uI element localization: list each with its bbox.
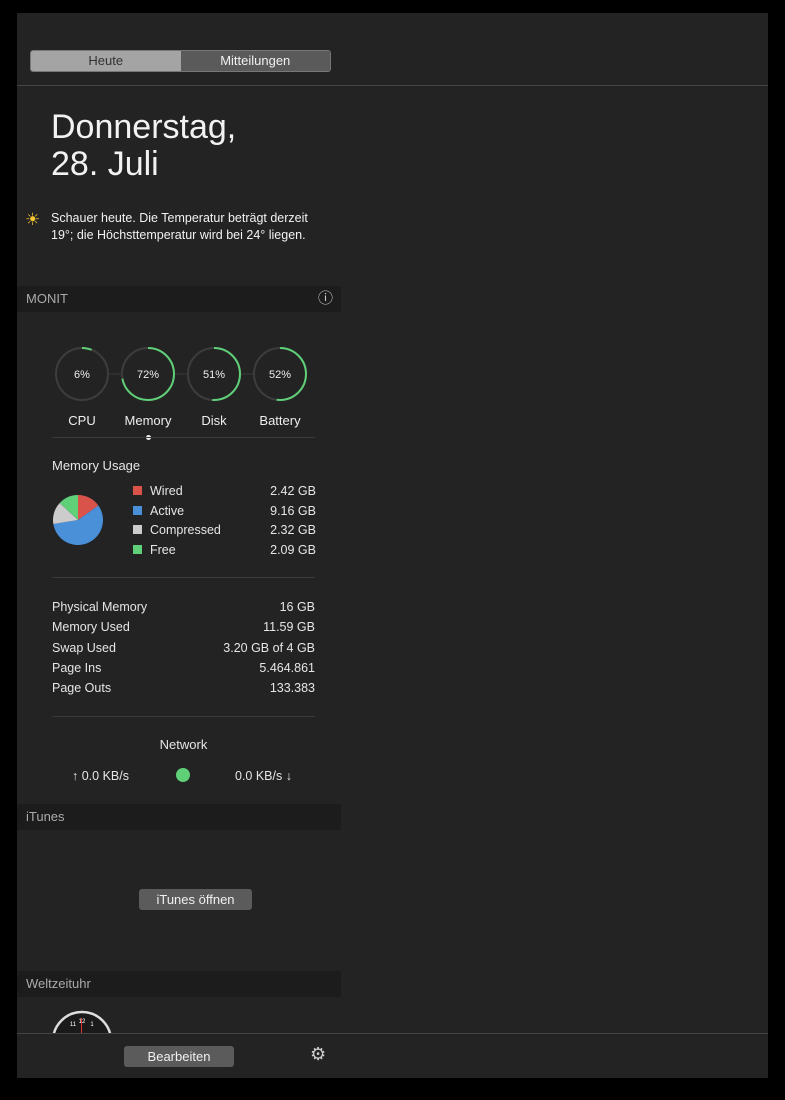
clock-icon: 12 11 1	[52, 1010, 112, 1033]
divider	[17, 85, 768, 86]
network-status-dot	[176, 768, 190, 782]
legend-item: Wired 2.42 GB	[133, 484, 316, 498]
gauge-label: CPU	[68, 413, 95, 428]
gear-icon[interactable]: ⚙	[310, 1044, 326, 1065]
weather-summary: Schauer heute. Die Temperatur beträgt de…	[51, 211, 308, 242]
stat-label: Swap Used	[52, 640, 116, 655]
stat-value: 133.383	[269, 681, 315, 696]
legend-item: Compressed 2.32 GB	[133, 523, 316, 537]
gauges: 6% CPU 72% Memory 51% Disk 52% Battery	[55, 347, 307, 428]
stat-row: Physical Memory 16 GB	[52, 600, 315, 614]
stat-row: Memory Used 11.59 GB	[52, 620, 315, 634]
monit-header: MONIT ⓘ	[17, 286, 341, 312]
legend-item: Free 2.09 GB	[133, 543, 316, 557]
divider	[52, 716, 315, 717]
svg-text:12: 12	[79, 1019, 86, 1025]
tab-heute[interactable]: Heute	[31, 51, 181, 71]
legend-label: Active	[150, 503, 185, 518]
stat-row: Swap Used 3.20 GB of 4 GB	[52, 641, 315, 655]
legend-label: Wired	[150, 484, 183, 498]
legend-value: 9.16 GB	[270, 503, 316, 518]
weekday: Donnerstag,	[51, 108, 237, 146]
stat-row: Page Ins 5.464.861	[52, 661, 315, 675]
legend-label: Compressed	[150, 523, 221, 537]
stat-label: Memory Used	[52, 620, 130, 635]
upload-speed: ↑ 0.0 KB/s	[72, 769, 129, 783]
stat-value: 16 GB	[279, 600, 315, 614]
gauge-value: 6%	[74, 369, 90, 381]
gauge-label: Disk	[201, 413, 227, 428]
itunes-header: iTunes	[17, 804, 341, 830]
notification-center: Heute Mitteilungen Donnerstag, 28. Juli …	[17, 13, 768, 1078]
segmented-control: Heute Mitteilungen	[30, 50, 331, 72]
legend-swatch	[133, 486, 142, 495]
date: 28. Juli	[51, 145, 159, 183]
stat-value: 5.464.861	[259, 660, 315, 675]
stat-label: Page Ins	[52, 660, 102, 675]
stat-label: Physical Memory	[52, 600, 148, 614]
legend-value: 2.09 GB	[270, 542, 316, 557]
memory-pie-chart	[53, 495, 103, 545]
legend-swatch	[133, 525, 142, 534]
gauge-value: 51%	[203, 369, 225, 381]
gauge-value: 52%	[269, 369, 291, 381]
info-icon[interactable]: ⓘ	[318, 286, 333, 312]
edit-button[interactable]: Bearbeiten	[124, 1046, 234, 1067]
stat-value: 11.59 GB	[263, 620, 315, 635]
sun-icon: ☀	[25, 210, 41, 229]
svg-text:11: 11	[70, 1022, 77, 1028]
divider	[17, 1033, 768, 1034]
world-clock: 12 11 1	[17, 1008, 341, 1033]
memory-usage-title: Memory Usage	[52, 458, 141, 473]
worldclock-header: Weltzeituhr	[17, 971, 341, 997]
divider	[52, 437, 315, 438]
stat-row: Page Outs 133.383	[52, 681, 315, 695]
gauge-label: Battery	[259, 413, 301, 428]
legend-swatch	[133, 544, 142, 554]
open-itunes-button[interactable]: iTunes öffnen	[139, 889, 252, 910]
legend-item: Active 9.16 GB	[133, 504, 316, 518]
network-title: Network	[159, 737, 208, 752]
legend-swatch	[133, 505, 142, 515]
gauge-value: 72%	[137, 369, 159, 381]
monit-title: MONIT	[26, 291, 68, 306]
legend-value: 2.42 GB	[270, 484, 316, 498]
tab-mitteilungen[interactable]: Mitteilungen	[180, 51, 330, 71]
gauge-label: Memory	[125, 413, 172, 428]
legend-label: Free	[150, 542, 176, 557]
date-heading: Donnerstag, 28. Juli	[51, 109, 236, 183]
stat-value: 3.20 GB of 4 GB	[223, 640, 315, 655]
download-speed: 0.0 KB/s ↓	[235, 769, 292, 783]
itunes-title: iTunes	[26, 809, 65, 824]
legend-value: 2.32 GB	[270, 523, 316, 537]
stat-label: Page Outs	[52, 681, 112, 696]
divider	[52, 577, 315, 578]
worldclock-title: Weltzeituhr	[26, 976, 91, 991]
